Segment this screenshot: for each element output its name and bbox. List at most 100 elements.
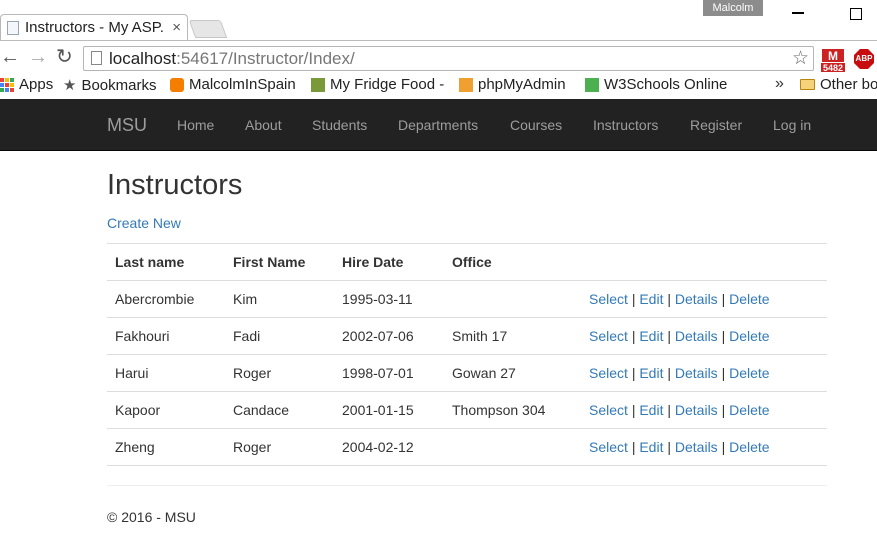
bookmark-w3schools[interactable]: W3Schools Online: [585, 76, 765, 93]
cell-first-name: Roger: [225, 354, 334, 392]
action-separator: |: [631, 402, 636, 418]
cell-office: Gowan 27: [444, 354, 581, 392]
bookmark-malcolminspain[interactable]: MalcolmInSpain: [170, 76, 296, 93]
nav-register[interactable]: Register: [690, 117, 742, 133]
action-separator: |: [667, 328, 671, 344]
bookmark-phpmyadmin[interactable]: phpMyAdmin: [459, 76, 566, 93]
close-icon[interactable]: ×: [172, 19, 181, 36]
footer-copyright: © 2016 - MSU: [107, 509, 196, 525]
cell-office: Smith 17: [444, 317, 581, 355]
select-link[interactable]: Select: [589, 291, 628, 307]
mail-count: 5482: [820, 62, 846, 73]
nav-courses[interactable]: Courses: [510, 117, 562, 133]
w3schools-icon: [585, 77, 599, 92]
details-link[interactable]: Details: [675, 439, 718, 455]
cell-first-name: Candace: [225, 391, 334, 429]
cell-office: Thompson 304: [444, 391, 581, 429]
action-separator: |: [721, 365, 726, 381]
cell-hire-date: 2004-02-12: [334, 428, 444, 466]
forward-icon[interactable]: →: [28, 47, 48, 67]
action-separator: |: [721, 439, 726, 455]
table-row: Kapoor Candace 2001-01-15 Thompson 304 Selec…: [107, 391, 827, 429]
cell-actions: Select | Edit | Details | Delete: [581, 354, 827, 392]
bookmark-bookmarks[interactable]: ★ Bookmarks: [63, 76, 156, 95]
select-link[interactable]: Select: [589, 439, 628, 455]
nav-about[interactable]: About: [245, 117, 282, 133]
apps-icon: [0, 77, 14, 92]
table-row: Zheng Roger 2004-02-12 Select | Edit | Deta…: [107, 428, 827, 466]
folder-icon: [800, 79, 815, 90]
site-navbar: MSU Home About Students Departments Cour…: [0, 99, 877, 151]
cell-hire-date: 2001-01-15: [334, 391, 444, 429]
phpmyadmin-icon: [459, 77, 473, 92]
instructors-table: Last name First Name Hire Date Office Ab…: [107, 243, 827, 466]
other-bookmarks-folder[interactable]: Other bo: [800, 76, 877, 93]
browser-tabstrip: Instructors - My ASP. × Malcolm: [0, 0, 877, 40]
delete-link[interactable]: Delete: [729, 365, 769, 381]
cell-last-name: Fakhouri: [107, 317, 225, 355]
profile-badge[interactable]: Malcolm: [703, 0, 763, 16]
url-text[interactable]: localhost:54617/Instructor/Index/: [109, 49, 355, 69]
bookmark-star-icon[interactable]: ☆: [792, 47, 809, 70]
column-header-first-name: First Name: [225, 243, 334, 281]
brand-link[interactable]: MSU: [107, 115, 147, 136]
address-bar[interactable]: localhost:54617/Instructor/Index/ ☆: [83, 46, 814, 71]
cell-actions: Select | Edit | Details | Delete: [581, 317, 827, 355]
cell-hire-date: 1998-07-01: [334, 354, 444, 392]
action-separator: |: [631, 328, 636, 344]
cell-office: [444, 428, 581, 466]
select-link[interactable]: Select: [589, 365, 628, 381]
details-link[interactable]: Details: [675, 402, 718, 418]
action-separator: |: [667, 291, 671, 307]
cell-first-name: Roger: [225, 428, 334, 466]
bookmark-my-fridge-food[interactable]: My Fridge Food -: [311, 76, 444, 93]
delete-link[interactable]: Delete: [729, 402, 769, 418]
select-link[interactable]: Select: [589, 402, 628, 418]
action-separator: |: [667, 365, 671, 381]
minimize-icon[interactable]: [792, 12, 804, 14]
star-icon: ★: [63, 77, 77, 94]
edit-link[interactable]: Edit: [639, 365, 663, 381]
column-header-hire-date: Hire Date: [334, 243, 444, 281]
new-tab-button[interactable]: [188, 20, 228, 38]
bookmark-apps[interactable]: Apps: [0, 76, 53, 93]
action-separator: |: [631, 365, 636, 381]
create-new-link[interactable]: Create New: [107, 215, 181, 231]
table-header-row: Last name First Name Hire Date Office: [107, 243, 827, 281]
more-bookmarks-chevron-icon[interactable]: »: [775, 75, 784, 93]
gmail-notifier-icon[interactable]: M 5482: [820, 49, 846, 73]
details-link[interactable]: Details: [675, 291, 718, 307]
delete-link[interactable]: Delete: [729, 439, 769, 455]
delete-link[interactable]: Delete: [729, 291, 769, 307]
details-link[interactable]: Details: [675, 365, 718, 381]
adblock-icon[interactable]: ABP: [854, 49, 874, 69]
nav-home[interactable]: Home: [177, 117, 214, 133]
divider: [107, 485, 827, 486]
cell-actions: Select | Edit | Details | Delete: [581, 391, 827, 429]
action-separator: |: [631, 439, 636, 455]
back-icon[interactable]: ←: [0, 47, 20, 67]
edit-link[interactable]: Edit: [639, 439, 663, 455]
page-icon: [91, 51, 102, 65]
details-link[interactable]: Details: [675, 328, 718, 344]
edit-link[interactable]: Edit: [639, 402, 663, 418]
browser-tab[interactable]: Instructors - My ASP. ×: [0, 14, 188, 40]
table-row: Abercrombie Kim 1995-03-11 Select | Edit | …: [107, 280, 827, 318]
delete-link[interactable]: Delete: [729, 328, 769, 344]
cell-hire-date: 2002-07-06: [334, 317, 444, 355]
edit-link[interactable]: Edit: [639, 291, 663, 307]
nav-login[interactable]: Log in: [773, 117, 811, 133]
edit-link[interactable]: Edit: [639, 328, 663, 344]
nav-departments[interactable]: Departments: [398, 117, 478, 133]
action-separator: |: [667, 402, 671, 418]
nav-instructors[interactable]: Instructors: [593, 117, 658, 133]
column-header-office: Office: [444, 243, 581, 281]
select-link[interactable]: Select: [589, 328, 628, 344]
reload-icon[interactable]: ↻: [56, 47, 73, 67]
column-header-actions: [581, 243, 827, 281]
nav-students[interactable]: Students: [312, 117, 367, 133]
action-separator: |: [631, 291, 636, 307]
maximize-icon[interactable]: [850, 8, 862, 20]
blogger-icon: [170, 77, 184, 92]
page-icon: [7, 21, 19, 35]
